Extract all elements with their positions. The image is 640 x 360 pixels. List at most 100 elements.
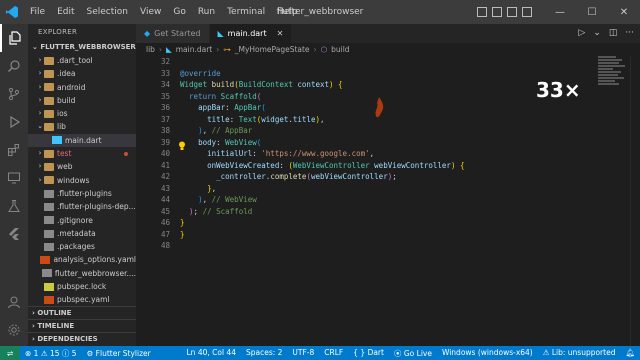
remote-explorer-icon[interactable] <box>0 164 28 192</box>
minimap[interactable] <box>598 56 628 96</box>
tree-item-label: .dart_tool <box>57 56 93 65</box>
menu-item-run[interactable]: Run <box>192 0 221 24</box>
tree-item[interactable]: ⌄ lib <box>28 120 136 133</box>
tree-item[interactable]: .flutter-plugins <box>28 187 136 200</box>
tree-item-label: .flutter-plugins <box>57 188 112 198</box>
cursor-position[interactable]: Ln 40, Col 44 <box>182 348 241 359</box>
chevron-icon: › <box>38 109 42 118</box>
extensions-icon[interactable] <box>0 136 28 164</box>
toggle-sidebar-icon[interactable] <box>477 7 487 17</box>
menu-item-file[interactable]: File <box>24 0 51 24</box>
run-icon[interactable]: ▷ <box>578 28 585 38</box>
tree-item[interactable]: › test <box>28 147 136 160</box>
encoding[interactable]: UTF-8 <box>287 348 319 359</box>
tree-item[interactable]: › .idea <box>28 67 136 80</box>
tree-item-label: .packages <box>57 242 95 252</box>
dependencies-section[interactable]: › DEPENDENCIES <box>28 332 136 345</box>
tree-item[interactable]: analysis_options.yaml <box>28 253 136 266</box>
flutter-devtools-icon[interactable] <box>0 220 28 248</box>
chevron-right-icon: › <box>216 45 220 54</box>
device-selector[interactable]: Windows (windows-x64) <box>437 348 538 359</box>
split-editor-icon[interactable]: ◫ <box>609 28 618 38</box>
tab-main-dart[interactable]: ◣ main.dart ✕ <box>209 24 293 43</box>
breadcrumb-class[interactable]: _MyHomePageState <box>235 43 310 56</box>
source-control-icon[interactable] <box>0 80 28 108</box>
tree-item[interactable]: .packages <box>28 240 136 253</box>
run-dropdown-icon[interactable]: ⌄ <box>593 28 601 38</box>
folder-icon <box>44 83 54 92</box>
testing-icon[interactable] <box>0 192 28 220</box>
folder-icon <box>44 56 54 65</box>
notifications-bell-icon[interactable]: 🔔︎ <box>620 348 640 359</box>
problems-indicator[interactable]: ⊗ 1 ⚠ 15 ⓘ 5 <box>20 348 82 359</box>
toggle-secondary-sidebar-icon[interactable] <box>507 7 517 17</box>
language-mode[interactable]: { } Dart <box>348 348 389 359</box>
minimize-button[interactable]: — <box>544 0 576 24</box>
customize-layout-icon[interactable] <box>522 7 532 17</box>
editor-scrollbar[interactable] <box>630 56 640 346</box>
breadcrumb-method[interactable]: build <box>331 43 349 56</box>
tree-item-label: windows <box>57 175 90 185</box>
vscode-tab-icon: ◆ <box>144 29 151 38</box>
tree-item-label: android <box>57 82 86 92</box>
chevron-icon: › <box>38 162 42 171</box>
more-actions-icon[interactable]: ··· <box>625 28 634 38</box>
project-folder-header[interactable]: ⌄ FLUTTER_WEBBROWSER <box>28 40 136 54</box>
tree-item[interactable]: › android <box>28 81 136 94</box>
run-debug-icon[interactable] <box>0 108 28 136</box>
method-icon: ⬡ <box>320 45 328 54</box>
tree-item[interactable]: pubspec.yaml <box>28 293 136 306</box>
menu-item-help[interactable]: Help <box>271 0 304 24</box>
tab-get-started[interactable]: ◆ Get Started <box>136 24 210 43</box>
line-number: 45 <box>160 206 170 216</box>
folder-icon <box>44 123 54 132</box>
menu-item-terminal[interactable]: Terminal <box>221 0 271 24</box>
tree-item-label: pubspec.yaml <box>57 295 110 305</box>
outline-section[interactable]: › OUTLINE <box>28 306 136 319</box>
breadcrumb-file[interactable]: main.dart <box>176 43 213 56</box>
tree-item-label: .gitignore <box>57 215 93 225</box>
close-tab-icon[interactable]: ✕ <box>277 29 284 38</box>
breadcrumb-lib[interactable]: lib <box>146 43 155 56</box>
remote-indicator-icon[interactable]: ⇌ <box>0 346 20 360</box>
tree-item[interactable]: pubspec.lock <box>28 280 136 293</box>
menu-item-view[interactable]: View <box>134 0 167 24</box>
line-number: 32 <box>160 57 170 66</box>
lsp-status[interactable]: ⚠ Lib: unsupported <box>538 348 621 359</box>
tree-item[interactable]: › .dart_tool <box>28 54 136 67</box>
editor-actions: ▷ ⌄ ◫ ··· <box>578 28 634 38</box>
tab-label: Get Started <box>154 29 201 38</box>
file-icon <box>44 282 54 291</box>
menu-item-selection[interactable]: Selection <box>81 0 134 24</box>
tree-item[interactable]: flutter_webbrowser.... <box>28 267 136 280</box>
timeline-section[interactable]: › TIMELINE <box>28 319 136 332</box>
tree-item[interactable]: .flutter-plugins-dep... <box>28 200 136 213</box>
close-button[interactable]: ✕ <box>608 0 640 24</box>
end-of-line[interactable]: CRLF <box>319 348 348 359</box>
tree-item-label: analysis_options.yaml <box>53 255 136 265</box>
tree-item[interactable]: › windows <box>28 174 136 187</box>
go-live-button[interactable]: ⦿ Go Live <box>389 348 437 359</box>
settings-gear-icon[interactable] <box>0 316 28 344</box>
tree-item[interactable]: › web <box>28 160 136 173</box>
accounts-icon[interactable] <box>0 288 28 316</box>
tree-item-label: flutter_webbrowser.... <box>54 268 136 278</box>
file-icon <box>44 202 54 211</box>
chevron-icon: › <box>38 69 42 78</box>
tree-item-label: ios <box>57 109 68 119</box>
dependencies-label: DEPENDENCIES <box>37 335 98 343</box>
toggle-panel-icon[interactable] <box>492 7 502 17</box>
maximize-button[interactable]: ☐ <box>576 0 608 24</box>
tree-item[interactable]: .metadata <box>28 227 136 240</box>
tree-item[interactable]: › build <box>28 94 136 107</box>
tree-item[interactable]: .gitignore <box>28 214 136 227</box>
tree-item[interactable]: › ios <box>28 107 136 120</box>
indentation[interactable]: Spaces: 2 <box>241 348 287 359</box>
explorer-icon[interactable] <box>0 24 28 52</box>
menu-item-go[interactable]: Go <box>167 0 191 24</box>
search-icon[interactable] <box>0 52 28 80</box>
menu-item-edit[interactable]: Edit <box>51 0 80 24</box>
flutter-stylizer-status[interactable]: ⚙ Flutter Stylizer <box>82 349 156 358</box>
tree-item[interactable]: main.dart <box>28 133 136 148</box>
chevron-icon: › <box>38 175 42 184</box>
